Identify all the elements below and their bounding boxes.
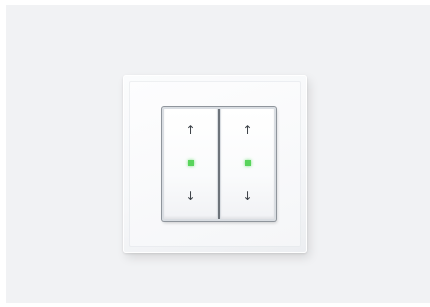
left-rocker-button[interactable]: ↑ ↓: [164, 109, 217, 219]
up-arrow-icon: ↑: [185, 123, 196, 137]
down-arrow-icon: ↓: [242, 189, 253, 203]
down-arrow-icon: ↓: [185, 189, 196, 203]
status-led: [188, 160, 194, 166]
switch-frame: ↑ ↓ ↑ ↓: [123, 75, 307, 253]
right-rocker-button[interactable]: ↑ ↓: [221, 109, 274, 219]
status-led: [245, 160, 251, 166]
rocker-divider: [218, 109, 220, 219]
switch-insert: ↑ ↓ ↑ ↓: [162, 107, 276, 221]
up-arrow-icon: ↑: [242, 123, 253, 137]
